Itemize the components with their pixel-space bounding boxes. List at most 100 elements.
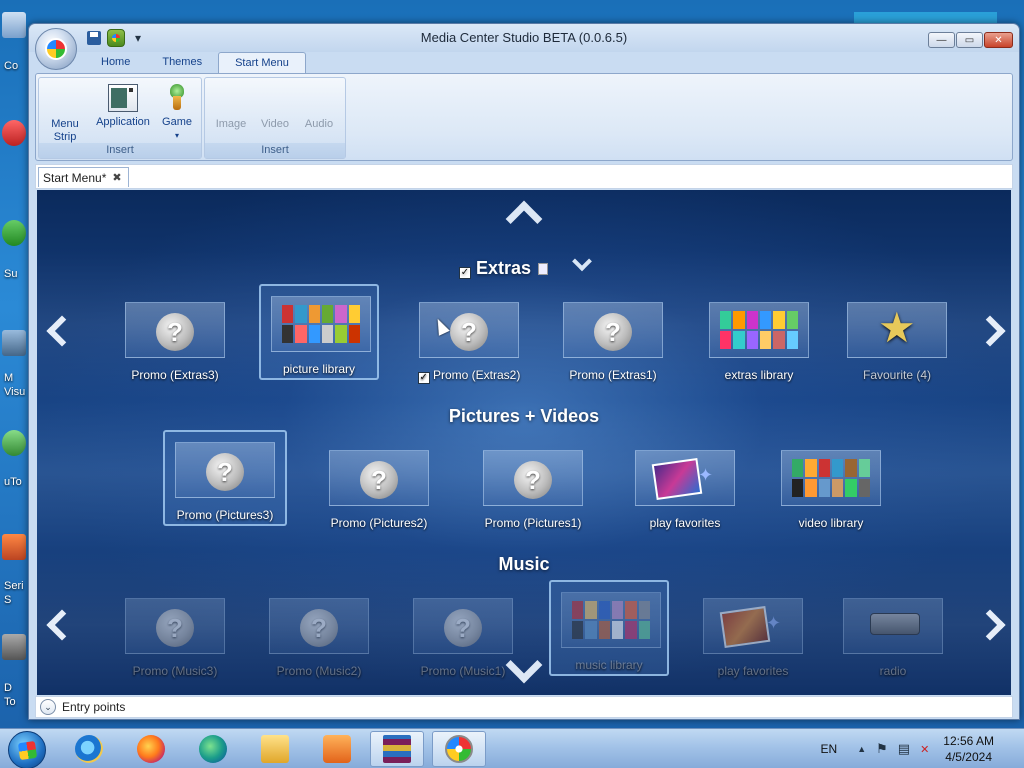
expand-chevron-icon[interactable]: ⌄ xyxy=(40,699,56,715)
extras-mosaic-icon xyxy=(720,311,798,349)
question-mark-icon: ? xyxy=(360,461,398,499)
app-icon[interactable] xyxy=(2,220,26,246)
game-button[interactable]: Game ▾ xyxy=(159,80,195,142)
maximize-button[interactable]: ▭ xyxy=(956,32,983,48)
section-title-label: Extras xyxy=(475,258,532,278)
tile-favourite[interactable]: ★ Favourite (4) xyxy=(837,292,957,388)
tile-thumbnail xyxy=(271,296,371,352)
media-player-icon xyxy=(323,735,351,763)
section-title-music: Music xyxy=(498,554,550,574)
application-icon xyxy=(108,84,138,112)
tile-checkbox[interactable]: ✓ xyxy=(417,372,430,384)
tile-label-text: Promo (Extras2) xyxy=(432,368,521,382)
start-button[interactable] xyxy=(8,731,46,768)
game-dropdown-icon: ▾ xyxy=(174,131,179,140)
tile-label: Promo (Pictures1) xyxy=(484,516,582,530)
tab-start-menu[interactable]: Start Menu xyxy=(218,52,306,73)
app-icon[interactable] xyxy=(2,120,26,146)
application-button[interactable]: Application xyxy=(93,80,153,129)
ribbon-panel: Menu Strip Application Game ▾ Insert Ima… xyxy=(35,73,1013,161)
taskbar-edge[interactable] xyxy=(186,731,240,767)
tile-picture-library[interactable]: picture library xyxy=(259,284,379,380)
app-icon[interactable] xyxy=(2,430,26,456)
tab-themes[interactable]: Themes xyxy=(146,52,218,73)
tab-home[interactable]: Home xyxy=(85,52,146,73)
app-icon[interactable] xyxy=(2,330,26,356)
language-indicator[interactable]: EN xyxy=(821,742,838,756)
question-mark-icon: ? xyxy=(450,313,488,351)
minimize-button[interactable]: — xyxy=(928,32,955,48)
menu-strip-button[interactable]: Menu Strip xyxy=(47,118,83,144)
tile-play-favorites-music[interactable]: ✦ play favorites xyxy=(693,588,813,684)
tile-promo-extras2[interactable]: ? ✓ Promo (Extras2) xyxy=(409,292,529,388)
tile-play-favorites-pictures[interactable]: ✦ play favorites xyxy=(625,440,745,536)
desktop-label: Seri xyxy=(4,580,24,592)
save-icon[interactable] xyxy=(85,29,103,47)
clock-time: 12:56 AM xyxy=(943,734,994,748)
tile-label: Promo (Extras1) xyxy=(569,368,657,382)
tile-promo-music2[interactable]: ? Promo (Music2) xyxy=(259,588,379,684)
audio-button[interactable]: Audio xyxy=(301,118,337,131)
computer-icon[interactable] xyxy=(2,12,26,38)
tile-label: Promo (Music2) xyxy=(276,664,362,678)
tile-thumbnail xyxy=(561,592,661,648)
question-mark-icon: ? xyxy=(156,313,194,351)
question-mark-icon: ? xyxy=(594,313,632,351)
game-icon xyxy=(167,84,187,112)
tile-promo-extras1[interactable]: ? Promo (Extras1) xyxy=(553,292,673,388)
tile-thumbnail: ? xyxy=(125,598,225,654)
qat-customize-chevron-icon[interactable]: ▾ xyxy=(129,29,147,47)
radio-icon xyxy=(870,613,920,635)
taskbar-media-player[interactable] xyxy=(310,731,364,767)
question-mark-icon: ? xyxy=(300,609,338,647)
taskbar-firefox[interactable] xyxy=(124,731,178,767)
tile-label: play favorites xyxy=(649,516,721,530)
tile-promo-pictures1[interactable]: ? Promo (Pictures1) xyxy=(473,440,593,536)
tile-radio[interactable]: radio xyxy=(833,588,953,684)
tile-promo-music1[interactable]: ? Promo (Music1) xyxy=(403,588,523,684)
taskbar-media-center-studio[interactable] xyxy=(432,731,486,767)
media-center-icon[interactable] xyxy=(107,29,125,47)
desktop-label: M xyxy=(4,372,14,384)
window-controls: — ▭ ✕ xyxy=(928,32,1013,48)
tile-video-library[interactable]: video library xyxy=(771,440,891,536)
scroll-up-arrow-icon[interactable] xyxy=(505,200,543,238)
volume-muted-icon[interactable]: ✕ xyxy=(920,743,929,756)
tile-promo-music3[interactable]: ? Promo (Music3) xyxy=(115,588,235,684)
star-icon: ★ xyxy=(878,304,916,351)
start-menu-preview-canvas[interactable]: ✓ Extras ? Promo (Extras3) picture libra… xyxy=(37,190,1011,695)
music-mosaic-icon xyxy=(572,601,650,639)
taskbar-winrar[interactable] xyxy=(370,731,424,767)
title-bar[interactable]: Media Center Studio BETA (0.0.6.5) ▾ — ▭… xyxy=(29,24,1019,52)
video-button[interactable]: Video xyxy=(257,118,293,131)
app-icon[interactable] xyxy=(2,634,26,660)
entry-points-label[interactable]: Entry points xyxy=(62,700,125,714)
show-hidden-icons-arrow-icon[interactable]: ▲ xyxy=(857,744,866,754)
tab-start-menu-document[interactable]: Start Menu* ✖ xyxy=(38,167,129,187)
desktop-label: D xyxy=(4,682,12,694)
tile-promo-pictures2[interactable]: ? Promo (Pictures2) xyxy=(319,440,439,536)
clock[interactable]: 12:56 AM 4/5/2024 xyxy=(943,733,994,765)
network-icon[interactable]: ▤ xyxy=(898,741,910,757)
taskbar-internet-explorer[interactable] xyxy=(62,731,116,767)
close-tab-icon[interactable]: ✖ xyxy=(112,171,121,184)
tile-extras-library[interactable]: extras library xyxy=(699,292,819,388)
action-center-flag-icon[interactable]: ⚑ xyxy=(876,741,888,757)
close-button[interactable]: ✕ xyxy=(984,32,1013,48)
section-title-pictures-videos: Pictures + Videos xyxy=(448,406,600,426)
tile-promo-pictures3[interactable]: ? Promo (Pictures3) xyxy=(163,430,287,526)
image-button[interactable]: Image xyxy=(213,118,249,131)
ribbon-tabs: Home Themes Start Menu xyxy=(85,52,306,74)
tile-music-library[interactable]: music library xyxy=(549,580,669,676)
question-mark-icon: ? xyxy=(444,609,482,647)
app-icon[interactable] xyxy=(2,534,26,560)
edge-icon xyxy=(199,735,227,763)
group-label: Insert xyxy=(205,143,345,158)
application-menu-orb[interactable] xyxy=(35,28,77,70)
section-checkbox[interactable]: ✓ xyxy=(458,267,471,279)
game-label: Game xyxy=(162,116,192,128)
tile-label: picture library xyxy=(282,362,356,376)
tile-promo-extras3[interactable]: ? Promo (Extras3) xyxy=(115,292,235,388)
taskbar-file-explorer[interactable] xyxy=(248,731,302,767)
edit-document-icon[interactable] xyxy=(538,263,549,275)
